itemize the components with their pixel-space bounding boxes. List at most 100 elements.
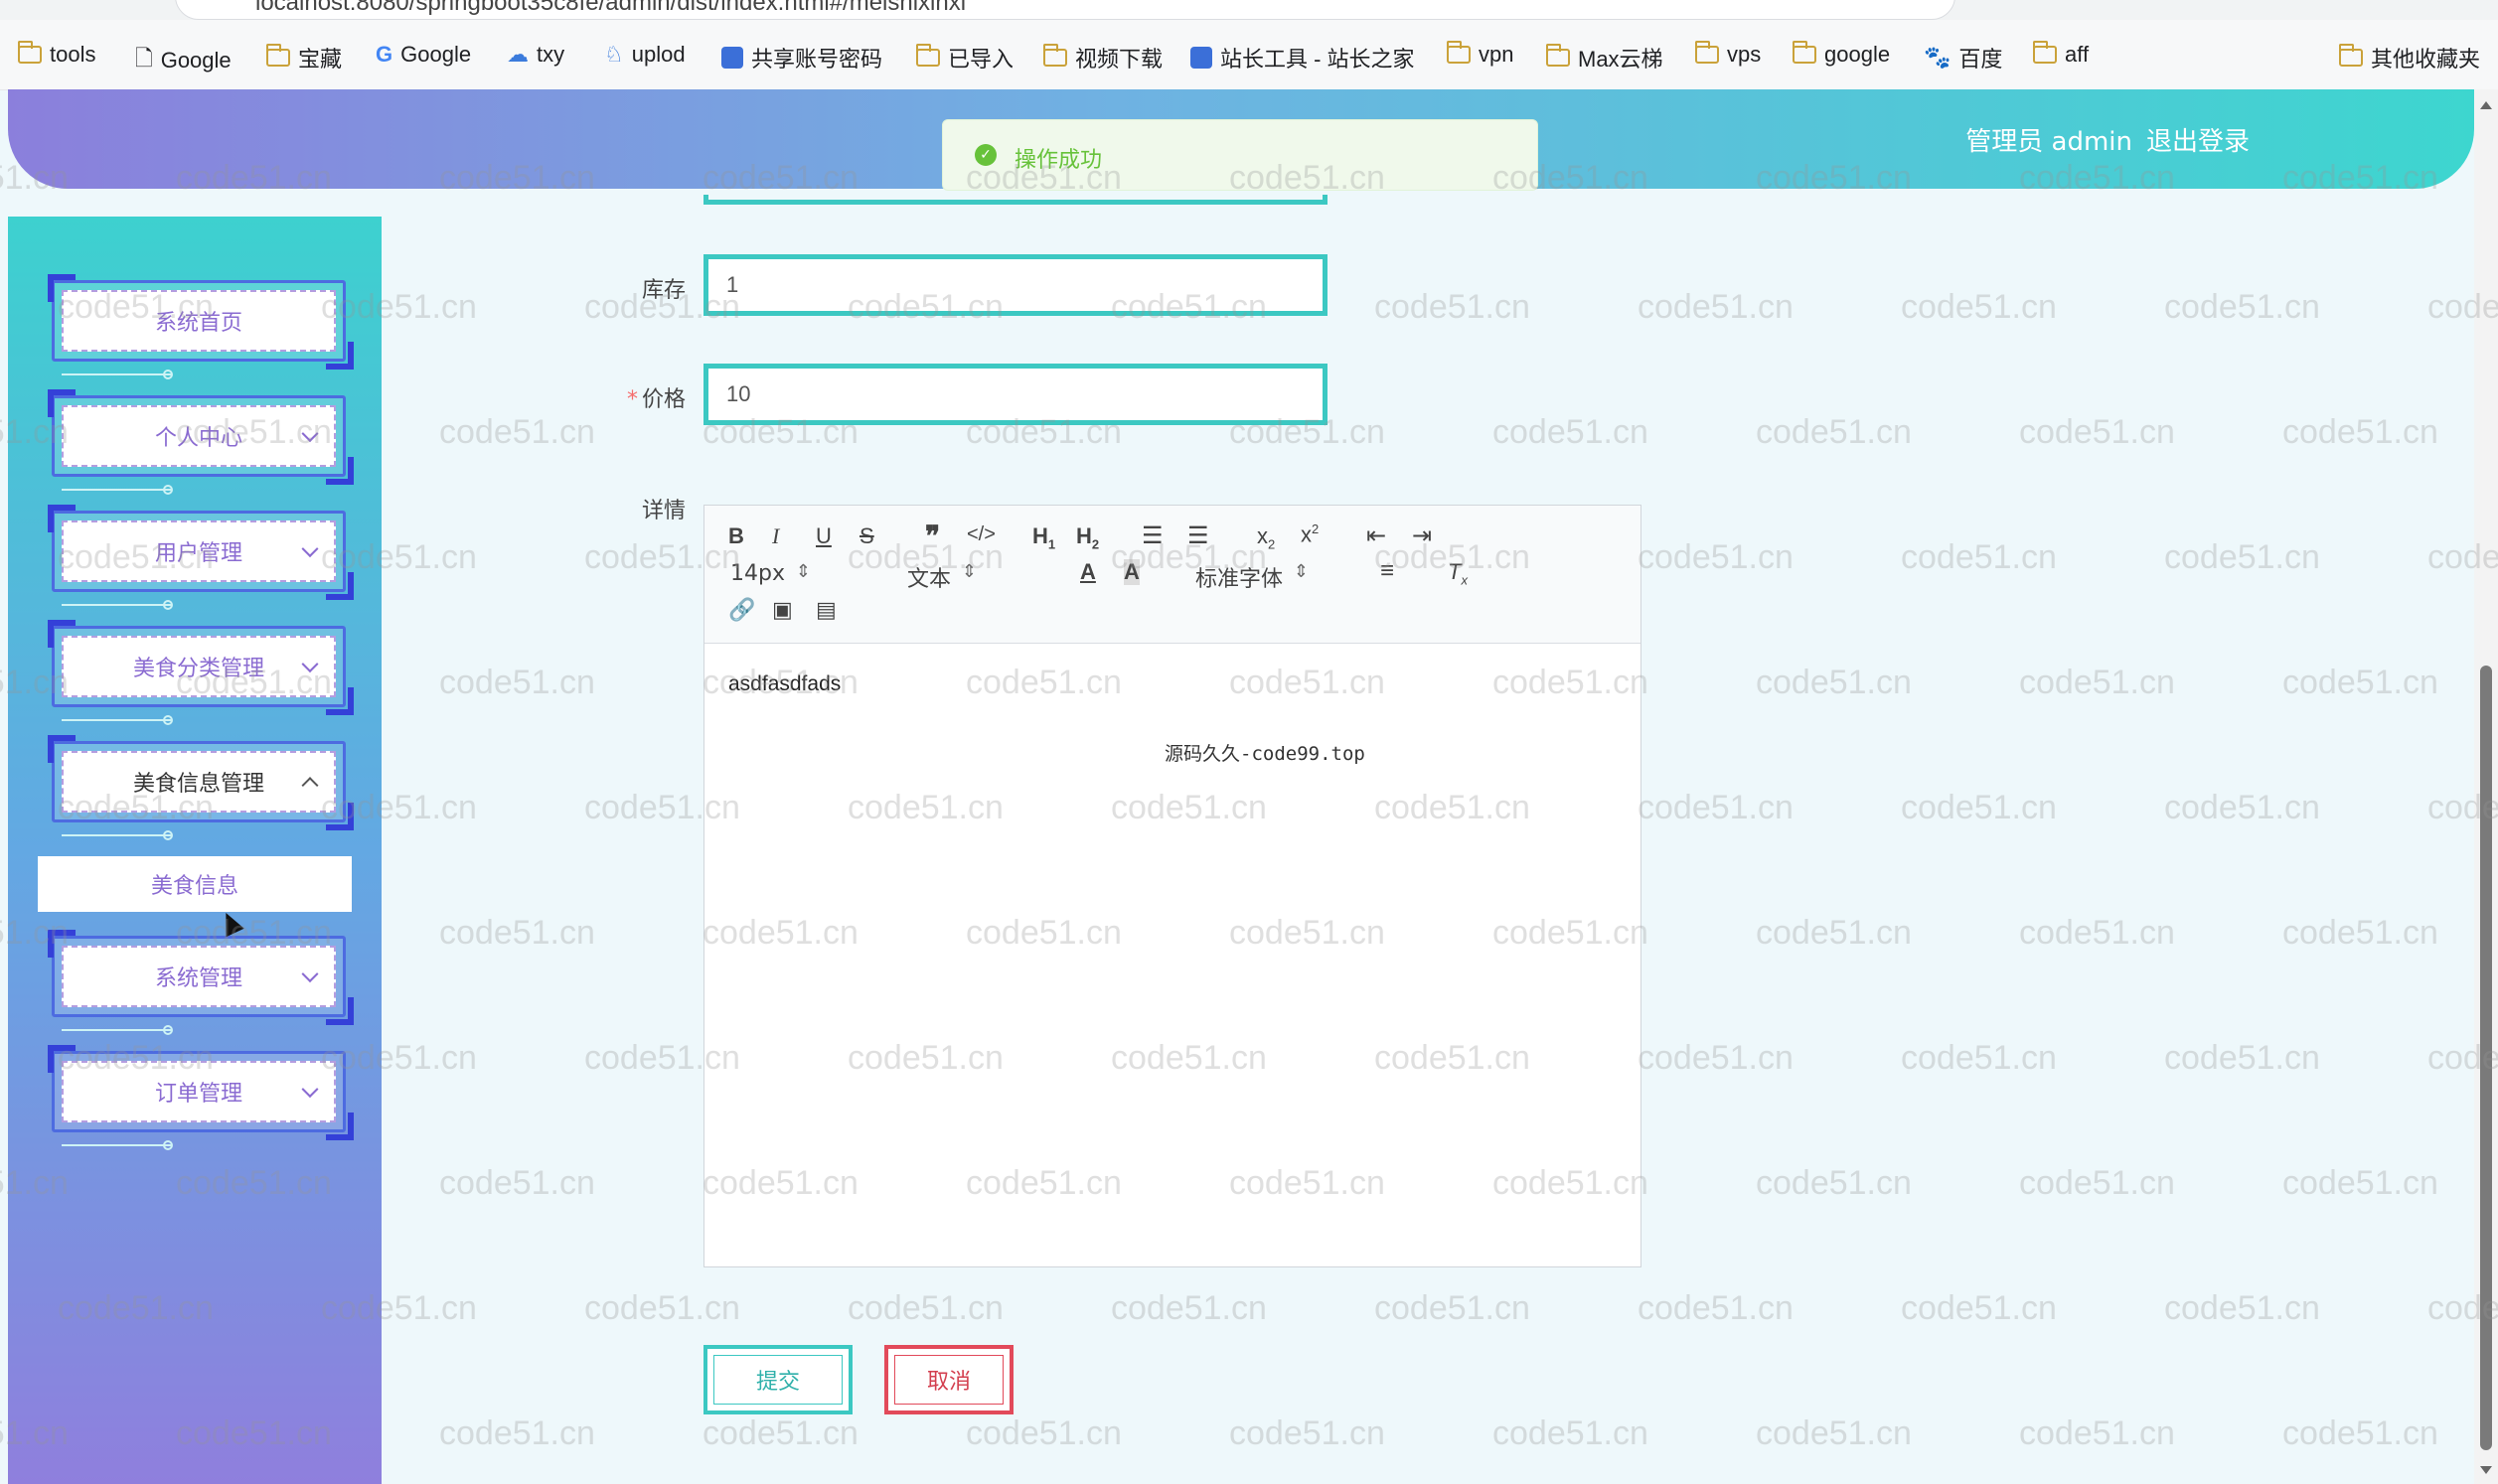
italic-icon[interactable]: I xyxy=(772,523,779,549)
sidebar-item-home[interactable]: 系统首页 xyxy=(48,274,354,379)
strikethrough-icon[interactable]: S xyxy=(859,523,874,549)
watermark-text: code51.cn xyxy=(2019,413,2175,451)
bullet-list-icon[interactable]: ☰ xyxy=(1187,521,1209,550)
watermark-text: code51.cn xyxy=(2164,1289,2320,1327)
underline-icon[interactable]: U xyxy=(816,523,832,549)
toast-message: 操作成功 xyxy=(1015,148,1103,173)
indent-icon[interactable]: ⇥ xyxy=(1412,521,1432,550)
watermark-text: code51.cn xyxy=(1492,413,1648,451)
watermark-text: code51.cn xyxy=(2164,288,2320,326)
watermark-text: code51.cn xyxy=(2164,538,2320,576)
price-label: * 价格 xyxy=(576,381,686,413)
sidebar-item-label: 用户管理 xyxy=(154,541,242,566)
deco-line xyxy=(62,1144,171,1146)
sidebar-item-profile[interactable]: 个人中心 xyxy=(48,389,354,495)
bookmark-item[interactable]: aff xyxy=(2033,41,2089,68)
address-field[interactable]: localhost:8080/springboot35c8fe/admin/di… xyxy=(175,0,1955,20)
blockquote-icon[interactable]: ❞ xyxy=(925,519,940,552)
bookmark-label: google xyxy=(1824,42,1891,67)
watermark-text: code51.cn xyxy=(1901,288,2057,326)
upload-icon: ♘ xyxy=(604,42,624,67)
sidebar-item-orders[interactable]: 订单管理 xyxy=(48,1045,354,1150)
chevron-down-icon xyxy=(301,1081,319,1099)
bookmark-label: vps xyxy=(1727,42,1762,67)
bookmark-item[interactable]: tools xyxy=(18,41,95,68)
bookmark-item[interactable]: 已导入 xyxy=(916,42,1014,74)
image-icon[interactable]: ▣ xyxy=(772,597,793,623)
sidebar-item-users[interactable]: 用户管理 xyxy=(48,505,354,610)
bookmark-item[interactable]: ♘ uplod xyxy=(604,42,686,68)
scroll-up-arrow-icon[interactable] xyxy=(2480,101,2492,109)
align-icon[interactable]: ≡ xyxy=(1380,557,1394,585)
stock-label: 库存 xyxy=(641,278,686,303)
stock-field[interactable] xyxy=(703,254,1327,316)
header2-icon[interactable]: H2 xyxy=(1076,523,1099,551)
sidebar-item-label: 美食分类管理 xyxy=(132,657,264,681)
deco-line xyxy=(62,1029,171,1031)
bookmark-item[interactable]: 共享账号密码 xyxy=(721,42,882,74)
price-field[interactable] xyxy=(703,364,1327,425)
header1-icon[interactable]: H1 xyxy=(1032,523,1055,551)
sidebar-item-label: 系统管理 xyxy=(154,966,242,991)
bookmark-item[interactable]: vps xyxy=(1695,41,1762,68)
font-size-select[interactable]: 14px xyxy=(730,561,811,586)
bookmark-item[interactable]: ☁ txy xyxy=(507,42,564,68)
price-input[interactable] xyxy=(708,369,1323,420)
bold-icon[interactable]: B xyxy=(728,523,744,549)
watermark-text: code51.cn xyxy=(2164,1039,2320,1077)
bookmark-item[interactable]: G Google xyxy=(376,42,471,68)
deco-line xyxy=(62,719,171,721)
watermark-text: code51.cn xyxy=(2282,1414,2438,1452)
clear-format-icon[interactable]: Tx xyxy=(1448,559,1468,587)
folder-icon xyxy=(1793,41,1816,64)
bookmark-item[interactable]: vpn xyxy=(1447,41,1513,68)
logout-button[interactable]: 退出登录 xyxy=(2146,121,2250,158)
bookmark-item[interactable]: 视频下载 xyxy=(1043,42,1163,74)
sidebar-item-label: 订单管理 xyxy=(154,1082,242,1107)
rich-text-editor[interactable]: B I U S ❞ </> H1 H2 ☰ ☰ x2 x2 ⇤ ⇥ 14px 文… xyxy=(703,505,1641,1267)
bookmark-item[interactable]: 其他收藏夹 xyxy=(2339,42,2480,74)
folder-icon xyxy=(2339,44,2363,67)
editor-text: asdfasdfads xyxy=(728,672,842,695)
sidebar-item-food-category[interactable]: 美食分类管理 xyxy=(48,620,354,725)
watermark-text: code51.cn xyxy=(584,1289,740,1327)
cancel-button[interactable]: 取消 xyxy=(884,1345,1014,1414)
folder-icon xyxy=(266,44,290,67)
stock-input[interactable] xyxy=(708,259,1323,311)
bookmark-item[interactable]: 🐾 百度 xyxy=(1924,42,2002,74)
text-color-icon[interactable]: A xyxy=(1080,559,1096,585)
bookmark-item[interactable]: 🗋 Google xyxy=(135,42,232,79)
watermark-text: code51.cn xyxy=(1638,789,1794,826)
ordered-list-icon[interactable]: ☰ xyxy=(1142,521,1164,550)
menu-inner: 美食信息管理 xyxy=(62,751,336,813)
required-asterisk: * xyxy=(626,387,638,412)
superscript-icon[interactable]: x2 xyxy=(1301,521,1319,547)
deco-dot xyxy=(163,830,173,840)
watermark-text: code51.cn xyxy=(2164,789,2320,826)
editor-content[interactable]: asdfasdfads xyxy=(704,643,1640,1266)
bookmark-item[interactable]: 宝藏 xyxy=(266,42,342,74)
bookmark-item[interactable]: Max云梯 xyxy=(1546,42,1663,74)
folder-icon xyxy=(1043,44,1067,67)
bookmark-item[interactable]: 站长工具 - 站长之家 xyxy=(1190,42,1415,74)
bookmark-item[interactable]: google xyxy=(1793,41,1891,68)
watermark-text: code51.cn xyxy=(848,1289,1004,1327)
link-icon[interactable]: 🔗 xyxy=(728,597,755,623)
page-scrollbar[interactable] xyxy=(2474,89,2498,1484)
submenu-food-info[interactable]: 美食信息 xyxy=(38,856,352,912)
outdent-icon[interactable]: ⇤ xyxy=(1366,521,1386,550)
code-block-icon[interactable]: </> xyxy=(967,523,996,546)
folder-icon xyxy=(1695,41,1719,64)
bookmarks-bar: tools 🗋 Google 宝藏 G Google ☁ txy ♘ uplod 共享账… xyxy=(0,20,2498,90)
submit-button[interactable]: 提交 xyxy=(703,1345,853,1414)
block-type-select[interactable]: 文本 xyxy=(907,561,977,593)
deco-dot xyxy=(163,1140,173,1150)
background-color-icon[interactable]: A xyxy=(1124,559,1140,585)
font-family-select[interactable]: 标准字体 xyxy=(1195,561,1309,593)
sidebar-item-food-info[interactable]: 美食信息管理 xyxy=(48,735,354,840)
subscript-icon[interactable]: x2 xyxy=(1257,523,1275,551)
scroll-down-arrow-icon[interactable] xyxy=(2480,1466,2492,1474)
video-icon[interactable]: ▤ xyxy=(816,597,837,623)
scroll-thumb[interactable] xyxy=(2480,666,2492,1450)
sidebar-item-system[interactable]: 系统管理 xyxy=(48,930,354,1035)
